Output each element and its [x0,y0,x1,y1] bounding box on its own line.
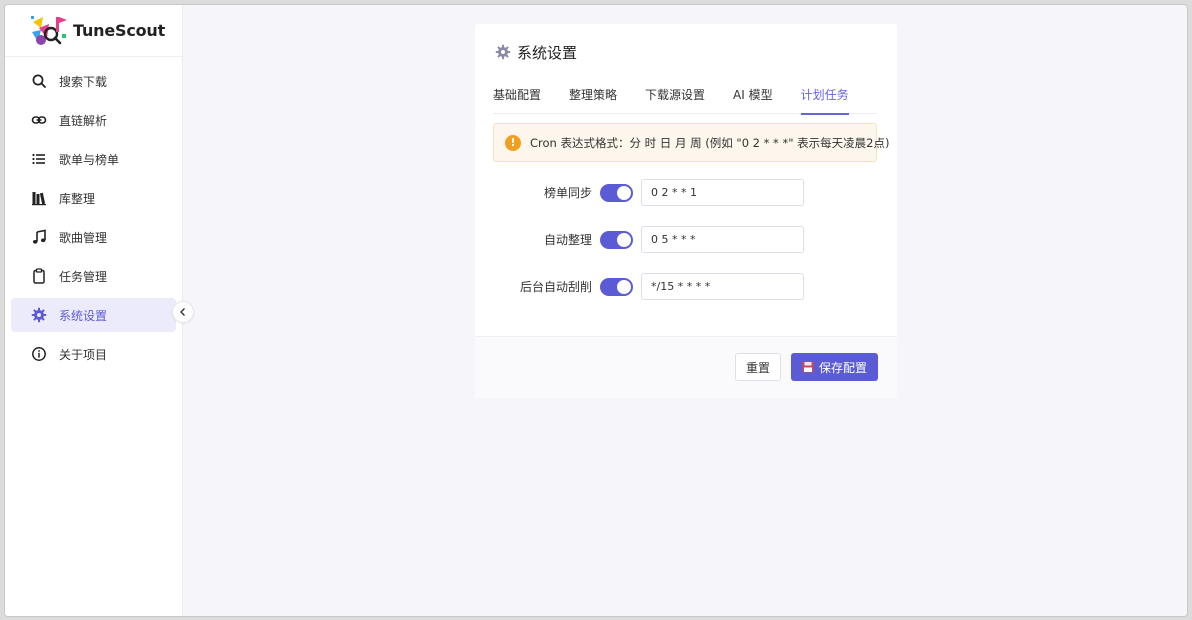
warning-icon: ! [505,134,521,151]
schedule-label: 自动整理 [543,233,592,247]
info-icon [31,346,47,362]
tab-ai-model[interactable]: AI 模型 [733,84,773,114]
library-icon [31,190,47,206]
page-title-text: 系统设置 [517,43,578,62]
toggle-knob [617,232,631,247]
tab-scheduled-tasks[interactable]: 计划任务 [800,84,849,115]
sidebar-item-label: 搜索下载 [59,74,108,89]
sidebar-item-label: 库整理 [59,191,96,206]
settings-card: 系统设置 基础配置 整理策略 下载源设置 AI 模型 计划任务 ! Cron 表… [475,24,897,398]
list-icon [31,151,47,167]
link-icon [31,112,47,128]
sidebar-item-direct-link[interactable]: 直链解析 [11,103,176,137]
main-content: 系统设置 基础配置 整理策略 下载源设置 AI 模型 计划任务 ! Cron 表… [183,5,1187,616]
schedule-row-auto-scrape: 后台自动刮削 [475,273,897,300]
sidebar-item-playlists-charts[interactable]: 歌单与榜单 [11,142,176,176]
save-config-button[interactable]: 保存配置 [791,353,878,381]
sidebar-item-label: 直链解析 [59,113,108,128]
sidebar-collapse-button[interactable] [172,301,194,323]
alert-text: Cron 表达式格式：分 时 日 月 周 (例如 "0 2 * * *" 表示每… [530,135,890,150]
gear-icon [495,44,511,60]
card-footer: 重置 保存配置 [475,336,897,398]
gear-icon [31,307,47,323]
sidebar: TuneScout 搜索下载 直链解析 歌单与榜单 库整理 歌曲管理 任务管理 … [5,5,194,616]
tunescout-logo-icon [31,15,67,45]
sidebar-item-songs[interactable]: 歌曲管理 [11,220,176,254]
app-window: TuneScout 搜索下载 直链解析 歌单与榜单 库整理 歌曲管理 任务管理 … [4,4,1188,617]
clipboard-icon [31,268,47,284]
save-button-label: 保存配置 [818,360,867,375]
tab-organize-strategy[interactable]: 整理策略 [569,84,617,114]
tab-download-sources[interactable]: 下载源设置 [645,84,705,114]
auto-organize-toggle[interactable] [600,230,633,249]
sidebar-item-library[interactable]: 库整理 [11,181,176,215]
sidebar-item-label: 任务管理 [59,269,108,284]
schedule-label: 榜单同步 [543,186,592,200]
toggle-knob [617,279,631,294]
schedule-row-chart-sync: 榜单同步 [475,179,897,206]
chevron-left-icon [180,308,185,316]
reset-button[interactable]: 重置 [735,353,781,381]
cron-format-alert: ! Cron 表达式格式：分 时 日 月 周 (例如 "0 2 * * *" 表… [493,123,889,162]
page-title: 系统设置 [495,42,577,62]
sidebar-item-tasks[interactable]: 任务管理 [11,259,176,293]
sidebar-item-label: 歌单与榜单 [59,152,120,167]
sidebar-item-label: 关于项目 [59,347,108,362]
schedule-label: 后台自动刮削 [519,280,592,294]
sidebar-item-label: 歌曲管理 [59,230,108,245]
chart-sync-toggle[interactable] [600,183,633,202]
sidebar-nav: 搜索下载 直链解析 歌单与榜单 库整理 歌曲管理 任务管理 系统设置 关于项目 [5,57,182,371]
search-icon [31,73,47,89]
schedule-row-auto-organize: 自动整理 [475,226,897,253]
sidebar-item-about[interactable]: 关于项目 [11,337,176,371]
music-note-icon [31,229,47,245]
app-name: TuneScout [73,21,166,40]
floppy-disk-icon [802,361,814,373]
chart-sync-cron-input[interactable] [641,179,804,206]
sidebar-item-search-download[interactable]: 搜索下载 [11,64,176,98]
auto-organize-cron-input[interactable] [641,226,804,253]
logo: TuneScout [5,5,182,57]
sidebar-item-system-settings[interactable]: 系统设置 [11,298,176,332]
settings-tabs: 基础配置 整理策略 下载源设置 AI 模型 计划任务 [493,84,877,115]
toggle-knob [617,185,631,200]
auto-scrape-toggle[interactable] [600,277,633,296]
auto-scrape-cron-input[interactable] [641,273,804,300]
tab-basic-config[interactable]: 基础配置 [493,84,541,114]
sidebar-item-label: 系统设置 [59,308,108,323]
